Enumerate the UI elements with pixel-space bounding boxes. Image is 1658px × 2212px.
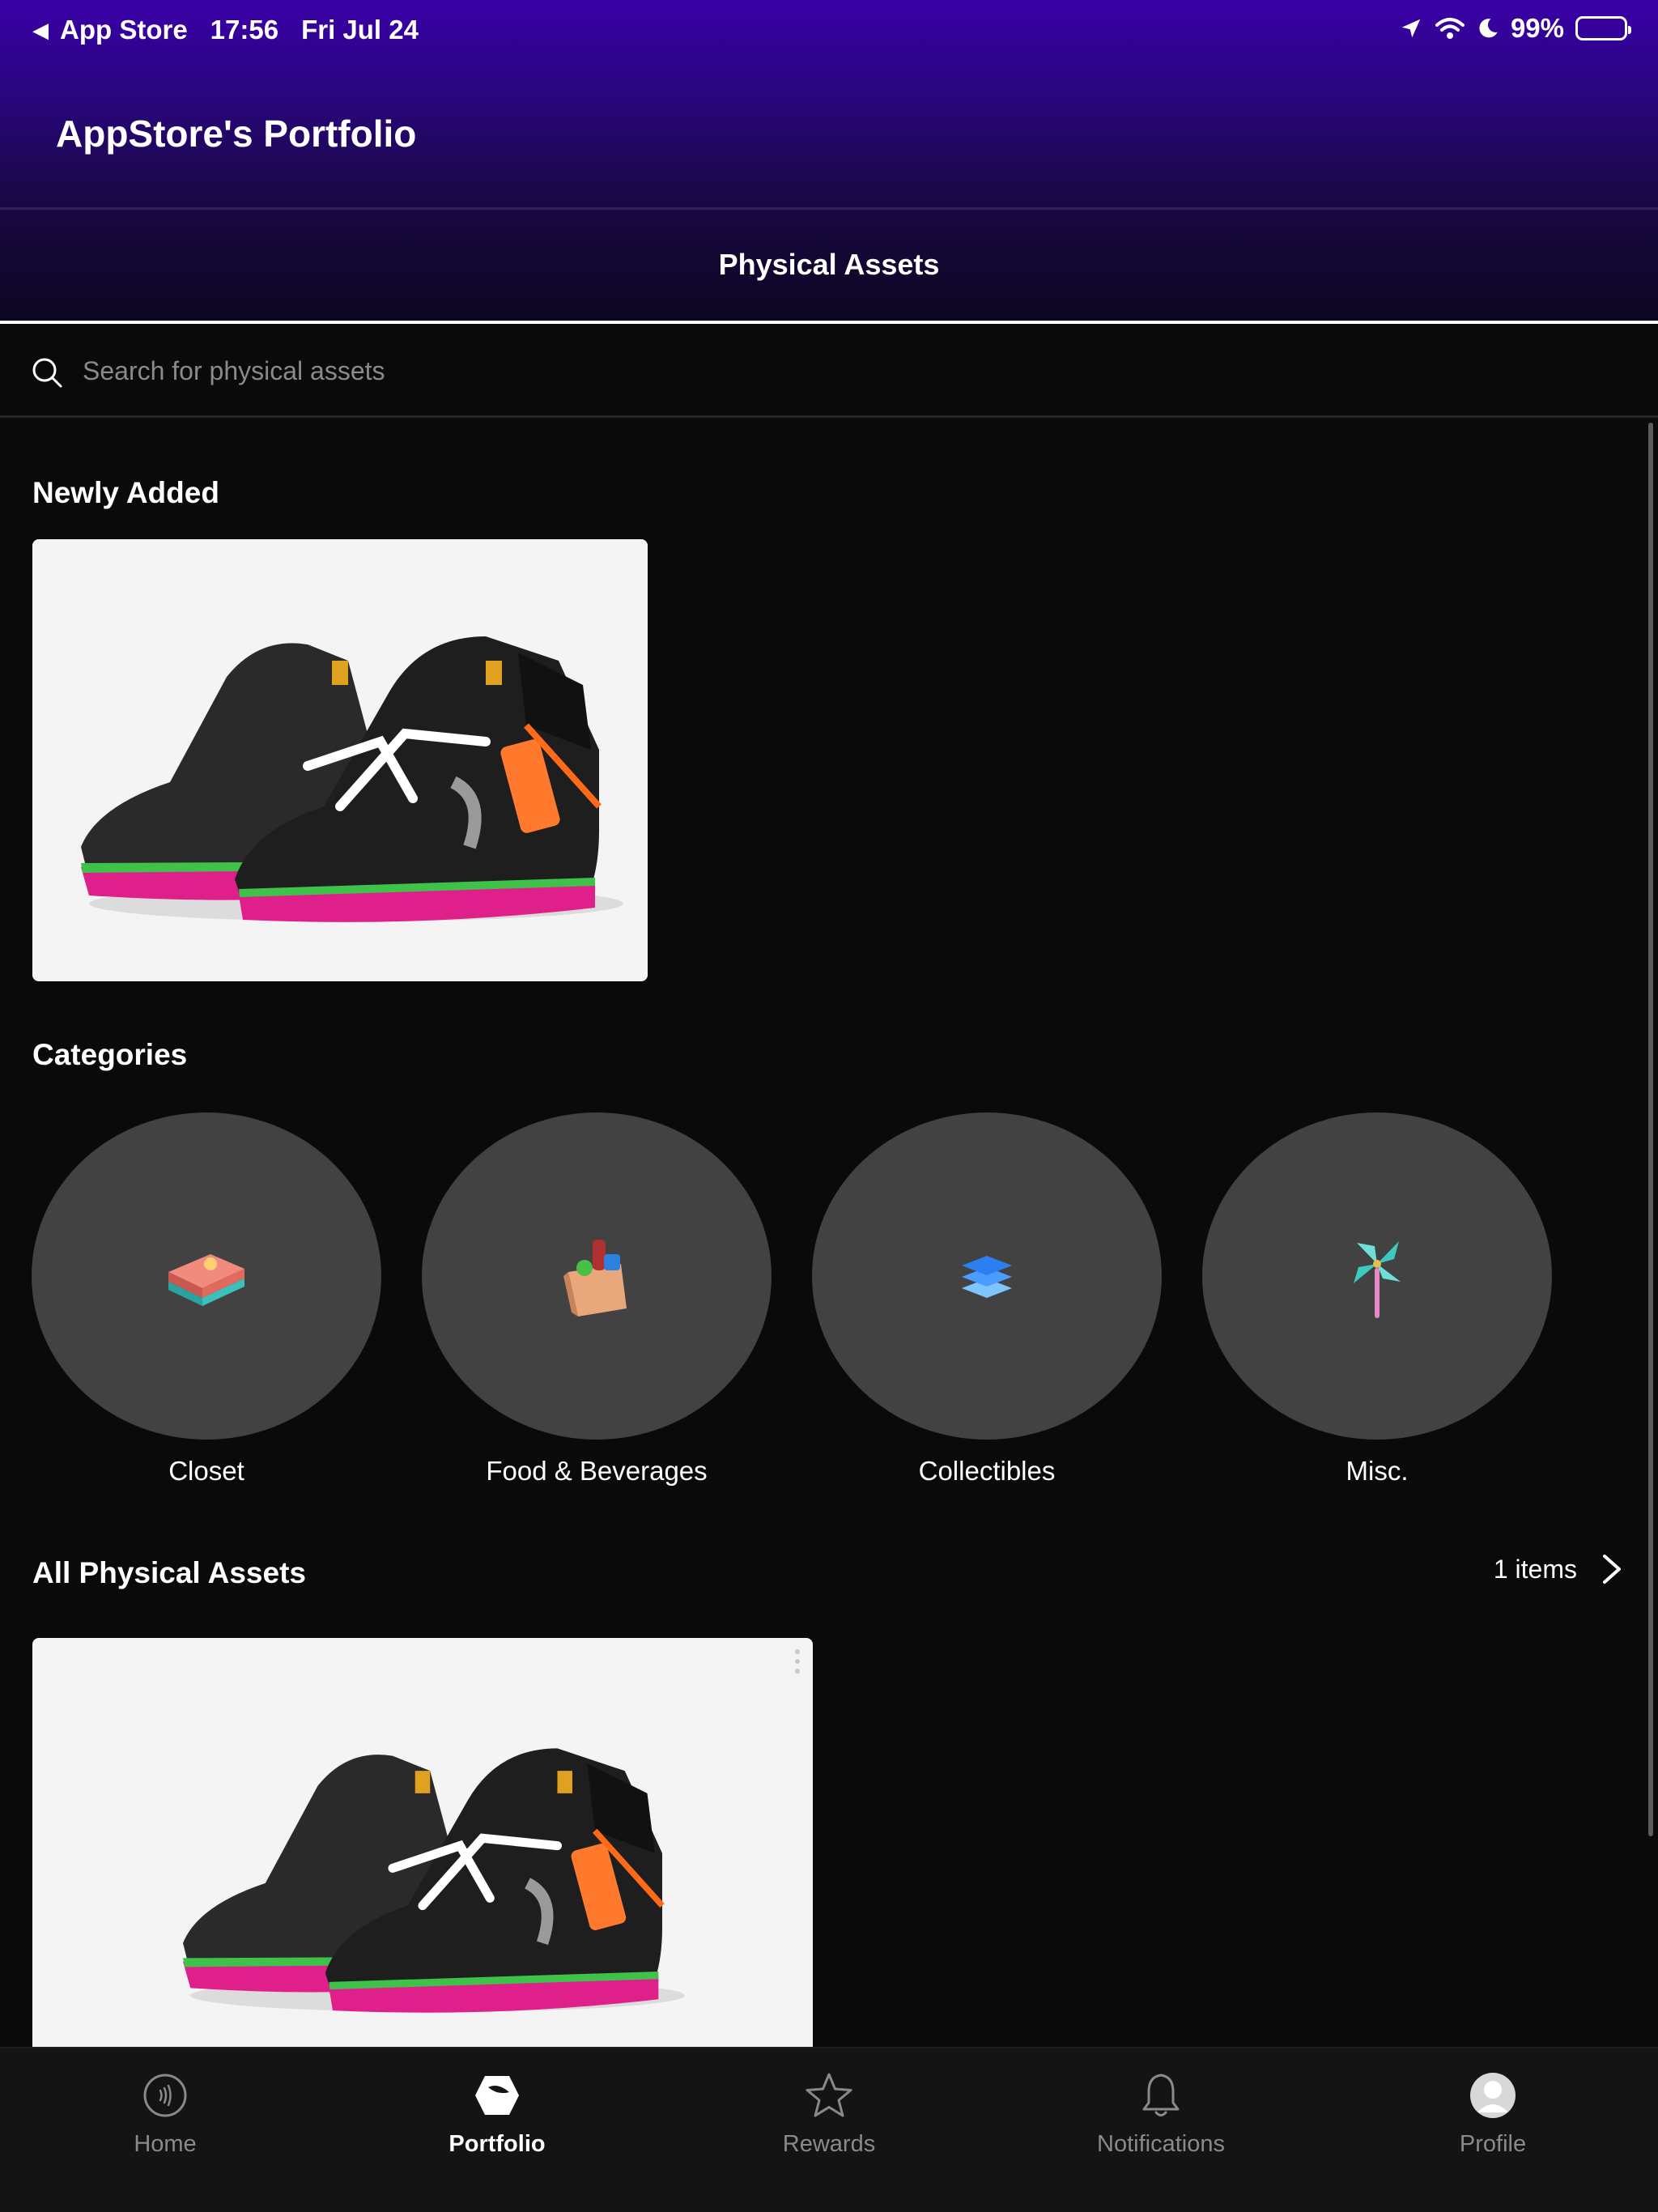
tab-label: Home bbox=[134, 2131, 197, 2157]
category-collectibles[interactable]: Collectibles bbox=[812, 1112, 1162, 1487]
status-time: 17:56 bbox=[210, 15, 279, 45]
battery-icon bbox=[1575, 16, 1631, 40]
search-icon bbox=[32, 358, 62, 388]
all-assets-link[interactable]: 1 items bbox=[1494, 1553, 1622, 1585]
tab-home[interactable]: Home bbox=[44, 2071, 287, 2158]
tab-profile[interactable]: Profile bbox=[1371, 2071, 1614, 2158]
category-misc[interactable]: Misc. bbox=[1202, 1112, 1552, 1487]
items-count: 1 items bbox=[1493, 1554, 1577, 1584]
asset-card[interactable] bbox=[32, 1638, 813, 2047]
category-circle bbox=[812, 1112, 1162, 1440]
category-circle bbox=[1202, 1112, 1552, 1440]
header-divider bbox=[0, 207, 1658, 210]
stacked-layers-icon bbox=[962, 1256, 1012, 1298]
bottom-tab-bar: Home Portfolio Rewards Notifications Pro… bbox=[0, 2047, 1658, 2212]
bell-icon bbox=[1142, 2074, 1180, 2116]
scrollbar[interactable] bbox=[1648, 423, 1653, 1836]
battery-percent: 99% bbox=[1510, 13, 1564, 43]
avatar-icon bbox=[1470, 2073, 1516, 2118]
category-circle bbox=[422, 1112, 772, 1440]
category-circle bbox=[32, 1112, 381, 1440]
status-right: 99% bbox=[1399, 13, 1631, 44]
categories-title: Categories bbox=[32, 1038, 188, 1071]
tab-portfolio[interactable]: Portfolio bbox=[376, 2071, 619, 2158]
newly-added-title: Newly Added bbox=[32, 476, 219, 509]
back-triangle-icon: ◀ bbox=[32, 17, 49, 42]
sneaker-image bbox=[32, 539, 648, 981]
category-label: Collectibles bbox=[918, 1456, 1056, 1486]
tab-notifications[interactable]: Notifications bbox=[1039, 2071, 1282, 2158]
all-assets-title: All Physical Assets bbox=[32, 1556, 306, 1589]
newly-added-card[interactable] bbox=[32, 539, 648, 981]
category-label: Misc. bbox=[1346, 1456, 1409, 1486]
sneaker-image bbox=[32, 1638, 813, 2047]
wifi-icon bbox=[1435, 18, 1465, 39]
chevron-right-icon bbox=[1603, 1555, 1621, 1584]
status-left[interactable]: ◀ App Store 17:56 Fri Jul 24 bbox=[32, 15, 419, 45]
grocery-bag-icon bbox=[563, 1240, 627, 1317]
category-closet[interactable]: Closet bbox=[32, 1112, 381, 1487]
tab-physical-assets[interactable]: Physical Assets bbox=[0, 248, 1658, 282]
status-bar: ◀ App Store 17:56 Fri Jul 24 99% bbox=[0, 0, 1658, 62]
tab-rewards[interactable]: Rewards bbox=[708, 2071, 950, 2158]
tab-label: Profile bbox=[1459, 2131, 1527, 2157]
contactless-icon bbox=[143, 2074, 187, 2117]
portfolio-icon bbox=[475, 2076, 519, 2115]
back-app-label: App Store bbox=[60, 15, 188, 45]
app-header: ◀ App Store 17:56 Fri Jul 24 99% AppStor… bbox=[0, 0, 1658, 324]
more-options-icon[interactable] bbox=[793, 1648, 801, 1675]
tab-label: Rewards bbox=[782, 2131, 876, 2157]
category-label: Closet bbox=[168, 1456, 244, 1486]
category-food-beverages[interactable]: Food & Beverages bbox=[422, 1112, 772, 1487]
pinwheel-icon bbox=[1354, 1241, 1401, 1318]
search-input[interactable] bbox=[83, 348, 1540, 393]
category-label: Food & Beverages bbox=[486, 1456, 708, 1486]
status-date: Fri Jul 24 bbox=[301, 15, 419, 45]
folded-clothes-icon bbox=[168, 1254, 244, 1306]
page-title: AppStore's Portfolio bbox=[56, 113, 417, 155]
star-icon bbox=[806, 2073, 852, 2117]
moon-icon bbox=[1479, 19, 1498, 38]
location-arrow-icon bbox=[1401, 19, 1421, 38]
tab-label: Notifications bbox=[1097, 2131, 1225, 2157]
search-bar bbox=[0, 324, 1658, 418]
tab-label: Portfolio bbox=[449, 2131, 546, 2157]
